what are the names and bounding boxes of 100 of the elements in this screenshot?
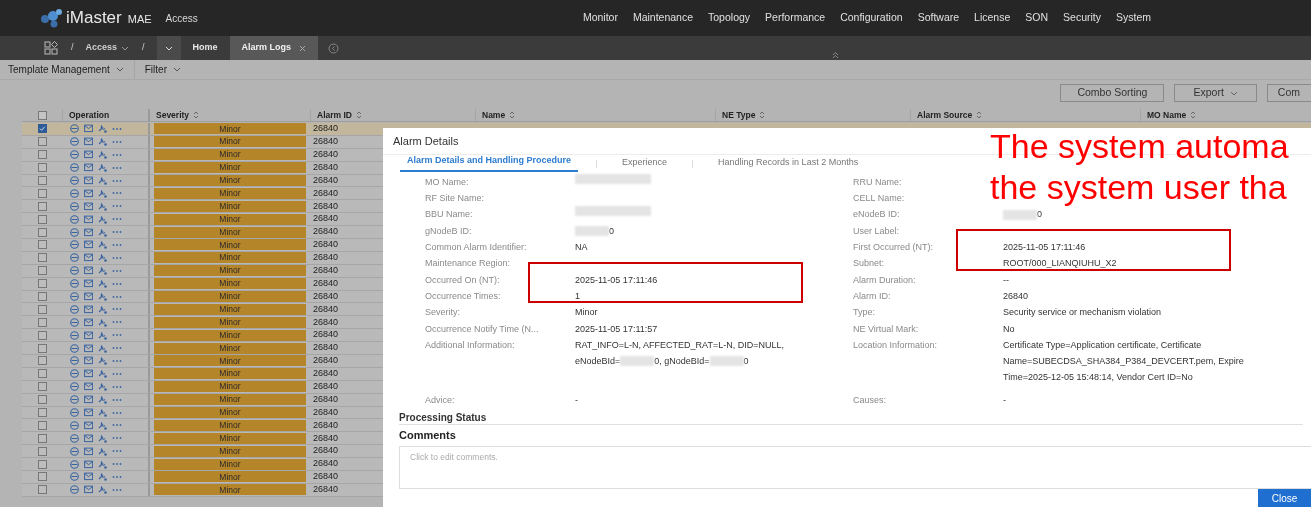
severity-cell: Minor xyxy=(154,445,306,457)
severity-cell: Minor xyxy=(154,342,306,354)
nav-item[interactable]: SON xyxy=(1025,10,1049,26)
field-value: eNodeBId= xyxy=(575,355,621,369)
field-value: NA xyxy=(575,242,588,253)
field-value: ROOT/000_LIANQIUHU_X2 xyxy=(1003,258,1117,269)
field-value: No xyxy=(1003,323,1015,334)
dialog-tab[interactable]: Handling Records in Last 2 Months xyxy=(711,156,866,172)
nav-item[interactable]: System xyxy=(1116,10,1151,26)
severity-cell: Minor xyxy=(154,265,306,277)
field-label: Causes: xyxy=(853,394,887,405)
table-cell-text: 26840 xyxy=(313,276,339,290)
field-value: Time=2025-12-05 15:48:14, Vendor Cert ID=No xyxy=(1003,371,1193,385)
table-cell-text: 26840 xyxy=(313,160,339,174)
comments-field[interactable]: Click to edit comments. xyxy=(399,445,1311,489)
column-header[interactable]: NE Type xyxy=(722,108,756,122)
table-cell: 26840 xyxy=(313,225,339,239)
field-label: NE Virtual Mark: xyxy=(853,323,919,334)
table-cell-text: 26840 xyxy=(313,392,339,406)
field-label: Maintenance Region: xyxy=(425,258,511,269)
field-label: Alarm ID: xyxy=(853,290,891,301)
close-button[interactable]: Close xyxy=(1258,489,1311,507)
page-tab[interactable]: Alarm Logs xyxy=(229,36,319,60)
nav-item[interactable]: Software xyxy=(917,10,960,26)
table-cell-text: 26840 xyxy=(313,315,339,329)
breadcrumb-separator: / xyxy=(142,41,145,55)
field-value: 0, gNodeBId= xyxy=(654,355,710,369)
table-cell: 26840 xyxy=(313,354,339,368)
column-header[interactable]: MO Name xyxy=(1147,108,1187,122)
breadcrumb-menu[interactable]: Access xyxy=(85,41,130,55)
dialog-tab[interactable]: Alarm Details and Handling Procedure xyxy=(400,154,579,172)
toolbar-button[interactable]: Com xyxy=(1266,84,1311,102)
severity-cell: Minor xyxy=(154,368,306,380)
severity-cell: Minor xyxy=(154,175,306,186)
severity-cell: Minor xyxy=(154,355,306,367)
table-cell-text: 26840 xyxy=(313,405,339,419)
table-cell-text: 26840 xyxy=(313,418,339,432)
toolbar-menu[interactable]: Filter xyxy=(134,60,189,79)
field-label: First Occurred (NT): xyxy=(853,242,933,253)
severity-cell: Minor xyxy=(154,149,306,161)
nav-item[interactable]: License xyxy=(974,10,1011,26)
table-cell-text: 26840 xyxy=(313,380,339,393)
severity-cell: Minor xyxy=(154,252,306,264)
severity-cell: Minor xyxy=(154,226,306,238)
nav-item[interactable]: Configuration xyxy=(840,10,903,26)
brand-name: iMaster xyxy=(66,7,122,30)
severity-cell: Minor xyxy=(154,381,306,393)
field-value: 26840 xyxy=(1003,290,1029,301)
field-label: Occurred On (NT): xyxy=(425,274,500,285)
nav-item[interactable]: Performance xyxy=(765,10,826,26)
severity-cell: Minor xyxy=(154,278,306,290)
column-header[interactable]: Alarm Source xyxy=(917,108,973,122)
severity-cell: Minor xyxy=(154,303,306,315)
severity-cell: Minor xyxy=(154,162,306,174)
nav-item[interactable]: Maintenance xyxy=(632,10,694,26)
severity-cell: Minor xyxy=(154,471,306,483)
table-cell-text: 26840 xyxy=(313,289,339,303)
dialog-title: Alarm Details xyxy=(393,133,459,149)
table-cell-text: 26840 xyxy=(313,264,339,277)
toolbar-button[interactable]: Export xyxy=(1174,84,1257,102)
field-value: - xyxy=(1003,394,1006,405)
severity-cell: Minor xyxy=(154,458,306,470)
field-label: Common Alarm Identifier: xyxy=(425,242,527,253)
table-cell: 26840 xyxy=(313,238,339,252)
column-header[interactable]: Operation xyxy=(69,108,110,122)
field-label: MO Name: xyxy=(425,176,469,187)
section-heading: Processing Status xyxy=(399,412,488,424)
table-cell-text: 26840 xyxy=(313,148,339,161)
field-label: gNodeB ID: xyxy=(425,225,472,236)
severity-cell: Minor xyxy=(154,213,306,225)
field-label: Location Information: xyxy=(853,339,938,350)
column-header[interactable]: Name xyxy=(482,108,506,122)
table-cell-text: 26840 xyxy=(313,302,339,316)
column-header[interactable]: Severity xyxy=(156,108,190,122)
column-header[interactable]: Alarm ID xyxy=(317,108,352,122)
toolbar-menu[interactable]: Template Management xyxy=(0,60,135,79)
field-value: Certificate Type=Application certificate, Certificate xyxy=(1003,338,1202,352)
field-label: Alarm Duration: xyxy=(853,274,916,285)
field-label: Severity: xyxy=(425,307,460,318)
toolbar-button[interactable]: Combo Sorting xyxy=(1060,84,1165,102)
severity-cell: Minor xyxy=(154,123,306,135)
field-label: User Label: xyxy=(853,225,900,236)
table-cell: 26840 xyxy=(313,122,339,136)
field-label: eNodeB ID: xyxy=(853,209,900,220)
table-cell-text: 26840 xyxy=(313,431,339,445)
table-cell: 26840 xyxy=(313,341,339,355)
nav-item[interactable]: Security xyxy=(1063,10,1101,26)
section-name: Access xyxy=(165,11,198,26)
annotation-text: the system user tha xyxy=(990,167,1288,208)
table-cell-text: 26840 xyxy=(313,199,339,213)
table-cell: 26840 xyxy=(313,212,339,226)
severity-cell: Minor xyxy=(154,316,306,328)
nav-item[interactable]: Monitor xyxy=(582,10,618,26)
field-label: RF Site Name: xyxy=(425,193,484,204)
severity-cell: Minor xyxy=(154,329,306,341)
nav-item[interactable]: Topology xyxy=(708,10,751,26)
field-value: 0 xyxy=(1037,208,1042,222)
dialog-tab[interactable]: Experience xyxy=(615,156,675,172)
field-value: 0 xyxy=(743,355,749,369)
page-tab[interactable]: Home xyxy=(180,36,230,60)
